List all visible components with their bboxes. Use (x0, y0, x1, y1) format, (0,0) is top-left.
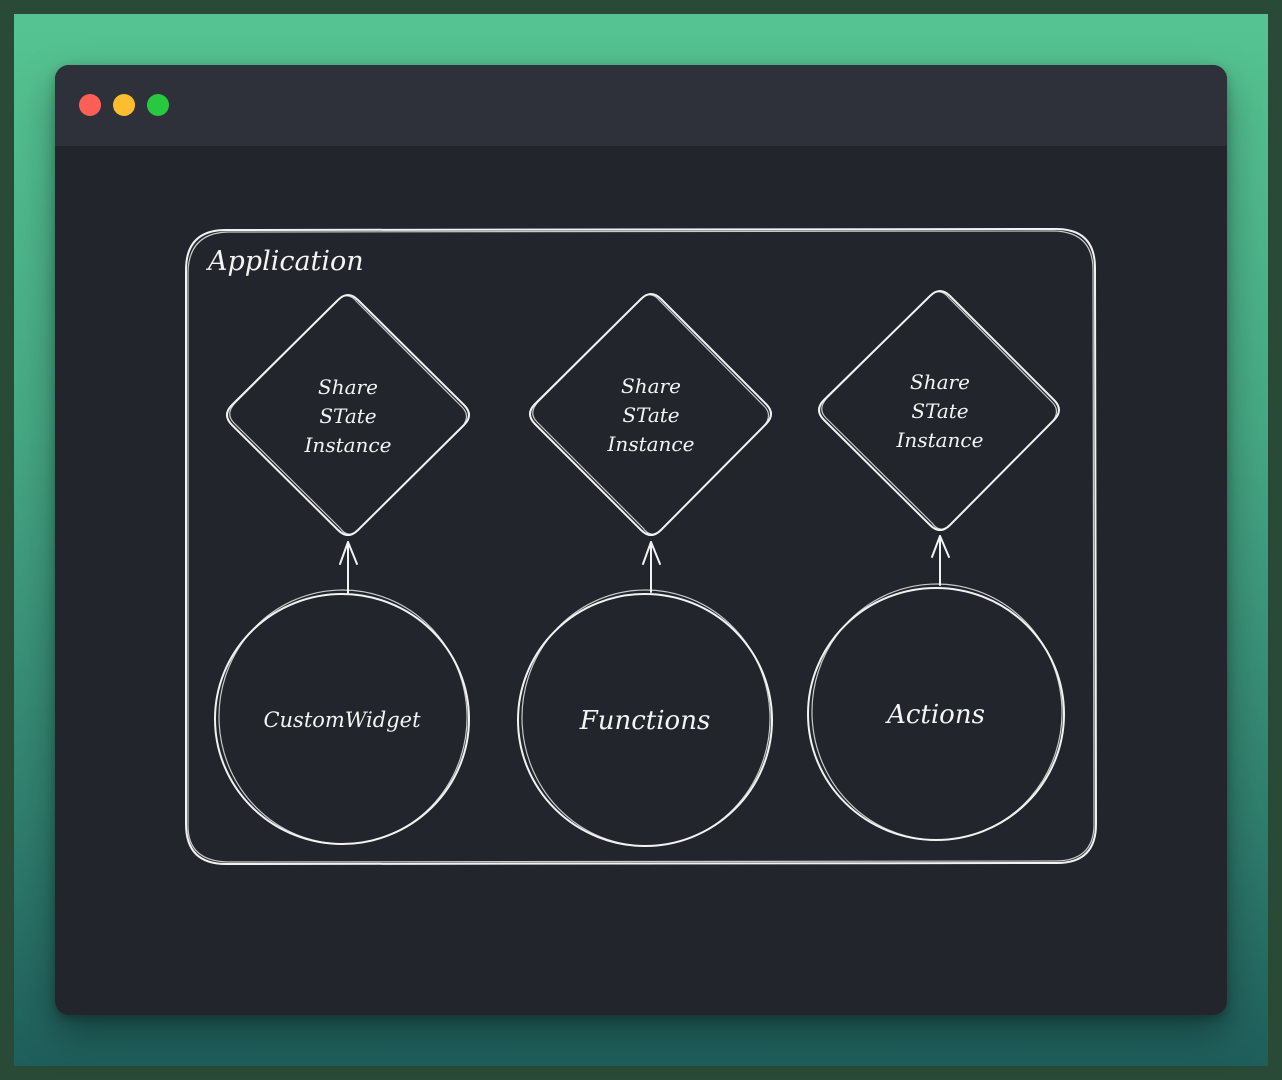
diagram-canvas: Application Share STate Instance Share S… (185, 228, 1097, 865)
application-label: Application (205, 246, 364, 277)
diamond-2-line-2: STate (622, 403, 679, 427)
arrow-1 (339, 541, 358, 594)
arrow-3 (931, 535, 950, 586)
diamond-3-line-1: Share (910, 370, 970, 394)
actions-label: Actions (885, 700, 985, 730)
diamond-1-line-2: STate (319, 404, 376, 428)
functions-label: Functions (579, 706, 711, 736)
arrow-2 (642, 541, 661, 593)
application-container (185, 228, 1097, 865)
custom-widget-label: CustomWidget (263, 708, 421, 732)
diamond-1-line-1: Share (318, 375, 378, 399)
diamond-3-line-2: STate (911, 399, 968, 423)
diamond-2-line-1: Share (621, 374, 681, 398)
diamond-1-line-3: Instance (304, 433, 392, 457)
diamond-3-line-3: Instance (896, 428, 984, 452)
diamond-2-line-3: Instance (607, 432, 695, 456)
